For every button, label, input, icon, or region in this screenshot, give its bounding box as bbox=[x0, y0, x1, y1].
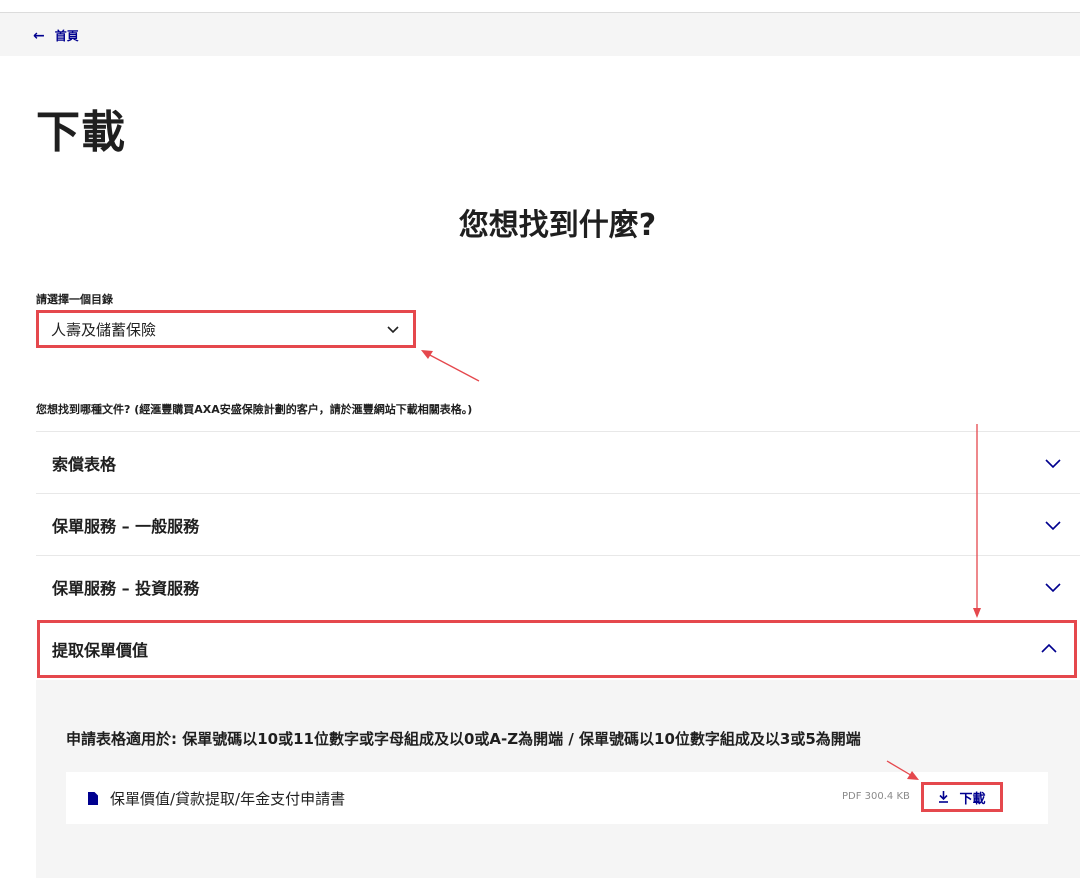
accordion-label: 保單服務 – 一般服務 bbox=[52, 516, 200, 536]
back-home-link[interactable]: ← 首頁 bbox=[33, 27, 79, 44]
download-icon bbox=[939, 791, 949, 803]
category-select[interactable]: 人壽及儲蓄保險 bbox=[36, 310, 416, 348]
search-question-heading: 您想找到什麼? bbox=[458, 208, 657, 243]
form-applicability-note: 申請表格適用於: 保單號碼以10或11位數字或字母組成及以0或A-Z為開端 / … bbox=[66, 730, 861, 748]
back-home-label: 首頁 bbox=[54, 29, 79, 43]
download-label: 下載 bbox=[959, 791, 986, 807]
file-name: 保單價值/貸款提取/年金支付申請書 bbox=[110, 790, 346, 808]
arrow-left-icon: ← bbox=[33, 27, 45, 44]
chevron-up-icon bbox=[1041, 643, 1057, 653]
chevron-down-icon bbox=[1045, 459, 1061, 469]
category-selected-value: 人壽及儲蓄保險 bbox=[51, 320, 157, 339]
category-label: 請選擇一個目錄 bbox=[36, 293, 113, 306]
download-button[interactable]: 下載 bbox=[921, 782, 1003, 812]
accordion-label: 提取保單價值 bbox=[52, 641, 149, 660]
accordion-policy-general[interactable]: 保單服務 – 一般服務 bbox=[36, 493, 1080, 555]
chevron-down-icon bbox=[387, 326, 399, 334]
accordion-policy-value-withdrawal[interactable]: 提取保單價值 bbox=[37, 620, 1077, 678]
chevron-down-icon bbox=[1045, 521, 1061, 531]
accordion-label: 保單服務 – 投資服務 bbox=[52, 578, 200, 598]
annotation-arrow-category bbox=[421, 350, 480, 382]
accordion-claim-forms[interactable]: 索償表格 bbox=[36, 431, 1080, 493]
file-meta: PDF 300.4 KB bbox=[842, 791, 910, 802]
accordion-policy-investment[interactable]: 保單服務 – 投資服務 bbox=[36, 555, 1080, 617]
file-icon bbox=[88, 792, 98, 805]
document-question: 您想找到哪種文件? (經滙豐購買AXA安盛保險計劃的客户，請於滙豐網站下載相關表… bbox=[36, 403, 473, 416]
accordion-label: 索償表格 bbox=[52, 454, 117, 474]
breadcrumb-bar bbox=[0, 13, 1080, 56]
chevron-down-icon bbox=[1045, 583, 1061, 593]
page-title: 下載 bbox=[36, 107, 126, 158]
